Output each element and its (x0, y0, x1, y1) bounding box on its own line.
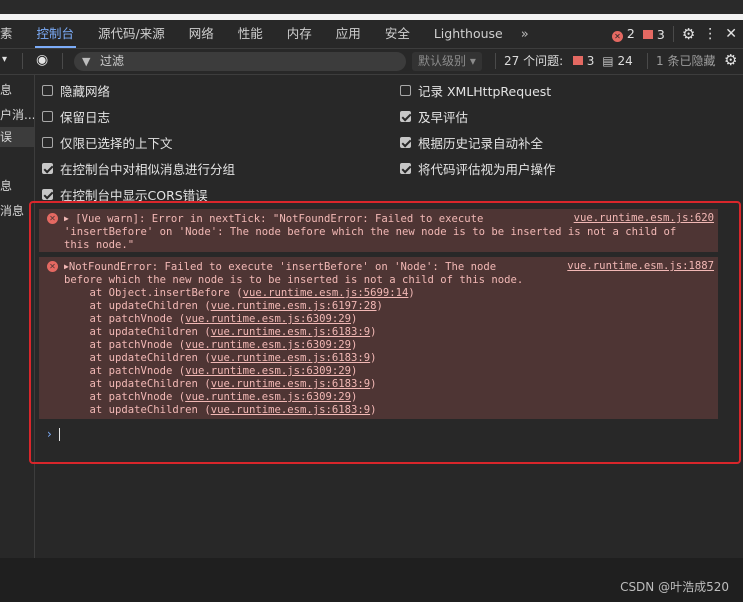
console-settings-gear-icon[interactable]: ⚙ (724, 51, 737, 69)
checkbox[interactable] (42, 85, 53, 96)
source-link[interactable]: vue.runtime.esm.js:620 (574, 212, 714, 225)
log-levels-dropdown[interactable]: 默认级别 ▾ (412, 52, 482, 71)
checkbox-checked[interactable] (400, 111, 411, 122)
sidebar-item-messages[interactable]: 息 (0, 81, 12, 98)
sidebar-item-info[interactable]: 息 (0, 177, 12, 194)
watermark: CSDN @叶浩成520 (620, 580, 729, 594)
eye-icon[interactable]: ◉ (36, 52, 48, 68)
context-dropdown-icon[interactable]: ▾ (2, 54, 7, 65)
info-issue-icon: ▤ (602, 54, 614, 68)
console-settings-panel: 隐藏网络 保留日志 仅限已选择的上下文 在控制台中对相似消息进行分组 在控制台中… (35, 75, 743, 203)
stack-frame: at updateChildren (vue.runtime.esm.js:61… (64, 300, 383, 312)
stack-link[interactable]: vue.runtime.esm.js:6183:9 (211, 378, 370, 390)
devtools-tab-bar: 素 控制台 源代码/来源 网络 性能 内存 应用 安全 Lighthouse »… (0, 20, 743, 49)
error-counter[interactable]: ✕ 2 (611, 26, 635, 42)
option-selected-context-only[interactable]: 仅限已选择的上下文 (42, 133, 173, 152)
error-issue-icon (572, 56, 583, 65)
window-top-bar (0, 0, 743, 14)
tab-elements[interactable]: 素 (0, 20, 25, 48)
checkbox[interactable] (42, 111, 53, 122)
divider (22, 53, 23, 69)
tab-performance[interactable]: 性能 (226, 20, 275, 48)
filter-input[interactable]: ▼ 过滤 (74, 52, 406, 71)
stack-link[interactable]: vue.runtime.esm.js:6183:9 (211, 352, 370, 364)
tab-lighthouse[interactable]: Lighthouse (422, 20, 515, 48)
stack-frame: at patchVnode (vue.runtime.esm.js:6309:2… (64, 391, 358, 403)
funnel-icon: ▼ (82, 55, 91, 68)
divider (495, 53, 496, 69)
stack-link[interactable]: vue.runtime.esm.js:6183:9 (211, 326, 370, 338)
more-options-icon[interactable]: ⋮ (703, 26, 717, 42)
stack-frame: at updateChildren (vue.runtime.esm.js:61… (64, 404, 377, 416)
stack-link[interactable]: vue.runtime.esm.js:6309:29 (185, 391, 351, 403)
tab-console[interactable]: 控制台 (25, 20, 87, 48)
stack-frame: at updateChildren (vue.runtime.esm.js:61… (64, 326, 377, 338)
more-tabs-icon[interactable]: » (515, 27, 535, 42)
error-icon: ✕ (47, 261, 58, 272)
error-icon: ✕ (47, 213, 58, 224)
stack-link[interactable]: vue.runtime.esm.js:5699:14 (243, 287, 409, 299)
warning-flag-icon (642, 29, 653, 39)
stack-frame: at updateChildren (vue.runtime.esm.js:61… (64, 378, 377, 390)
option-log-xmlhttprequest[interactable]: 记录 XMLHttpRequest (400, 81, 551, 100)
checkbox-checked[interactable] (400, 137, 411, 148)
option-treat-eval-as-user-action[interactable]: 将代码评估视为用户操作 (400, 159, 556, 178)
option-preserve-log[interactable]: 保留日志 (42, 107, 110, 126)
stack-frame: at updateChildren (vue.runtime.esm.js:61… (64, 352, 377, 364)
option-hide-network[interactable]: 隐藏网络 (42, 81, 110, 100)
stack-frame: at patchVnode (vue.runtime.esm.js:6309:2… (64, 365, 358, 377)
sidebar-item-errors[interactable]: 误 (0, 127, 34, 147)
checkbox-checked[interactable] (400, 163, 411, 174)
source-link[interactable]: vue.runtime.esm.js:1887 (567, 260, 714, 273)
filter-placeholder: 过滤 (100, 54, 125, 68)
tab-memory[interactable]: 内存 (275, 20, 324, 48)
warning-counter[interactable]: 3 (642, 27, 665, 42)
divider (672, 26, 674, 42)
stack-frame: at patchVnode (vue.runtime.esm.js:6309:2… (64, 339, 358, 351)
close-icon[interactable]: ✕ (725, 26, 737, 42)
tab-bar-status: ✕ 2 3 ⚙ ⋮ ✕ (611, 20, 743, 48)
settings-gear-icon[interactable]: ⚙ (682, 25, 695, 43)
checkbox-checked[interactable] (42, 189, 53, 200)
option-group-similar[interactable]: 在控制台中对相似消息进行分组 (42, 159, 235, 178)
stack-link[interactable]: vue.runtime.esm.js:6309:29 (185, 313, 351, 325)
tab-application[interactable]: 应用 (324, 20, 373, 48)
console-error-message[interactable]: ✕ ▶NotFoundError: Failed to execute 'ins… (39, 257, 718, 419)
stack-link[interactable]: vue.runtime.esm.js:6309:29 (185, 365, 351, 377)
tab-security[interactable]: 安全 (373, 20, 422, 48)
checkbox[interactable] (400, 85, 411, 96)
divider (647, 53, 648, 69)
stack-link[interactable]: vue.runtime.esm.js:6309:29 (185, 339, 351, 351)
expand-triangle-icon[interactable]: ▶ (64, 214, 69, 223)
sidebar-item-verbose[interactable]: 消息 (0, 202, 24, 219)
stack-frame: at Object.insertBefore (vue.runtime.esm.… (64, 287, 415, 299)
tab-sources[interactable]: 源代码/来源 (86, 20, 177, 48)
console-prompt-chevron-icon: › (47, 427, 52, 441)
console-input-caret[interactable] (59, 428, 60, 441)
console-output-highlight: ✕ ▶ [Vue warn]: Error in nextTick: "NotF… (29, 201, 741, 464)
stack-link[interactable]: vue.runtime.esm.js:6183:9 (211, 404, 370, 416)
issues-button[interactable]: 27 个问题: 3 ▤ 24 (504, 49, 633, 74)
checkbox[interactable] (42, 137, 53, 148)
console-error-message[interactable]: ✕ ▶ [Vue warn]: Error in nextTick: "NotF… (39, 209, 718, 252)
tab-network[interactable]: 网络 (177, 20, 226, 48)
stack-link[interactable]: vue.runtime.esm.js:6197:28 (211, 300, 377, 312)
stack-frame: at patchVnode (vue.runtime.esm.js:6309:2… (64, 313, 358, 325)
console-filter-bar: ▾ ◉ ▼ 过滤 默认级别 ▾ 27 个问题: 3 ▤ 24 1 条已隐藏 ⚙ (0, 49, 743, 75)
sidebar-item-user-messages[interactable]: 户消... (0, 106, 34, 123)
divider (62, 53, 63, 69)
error-icon: ✕ (611, 31, 623, 42)
option-eager-evaluation[interactable]: 及早评估 (400, 107, 468, 126)
option-autocomplete-history[interactable]: 根据历史记录自动补全 (400, 133, 543, 152)
checkbox-checked[interactable] (42, 163, 53, 174)
hidden-messages-count: 1 条已隐藏 (656, 54, 716, 68)
error-text: NotFoundError: Failed to execute 'insert… (64, 261, 524, 286)
